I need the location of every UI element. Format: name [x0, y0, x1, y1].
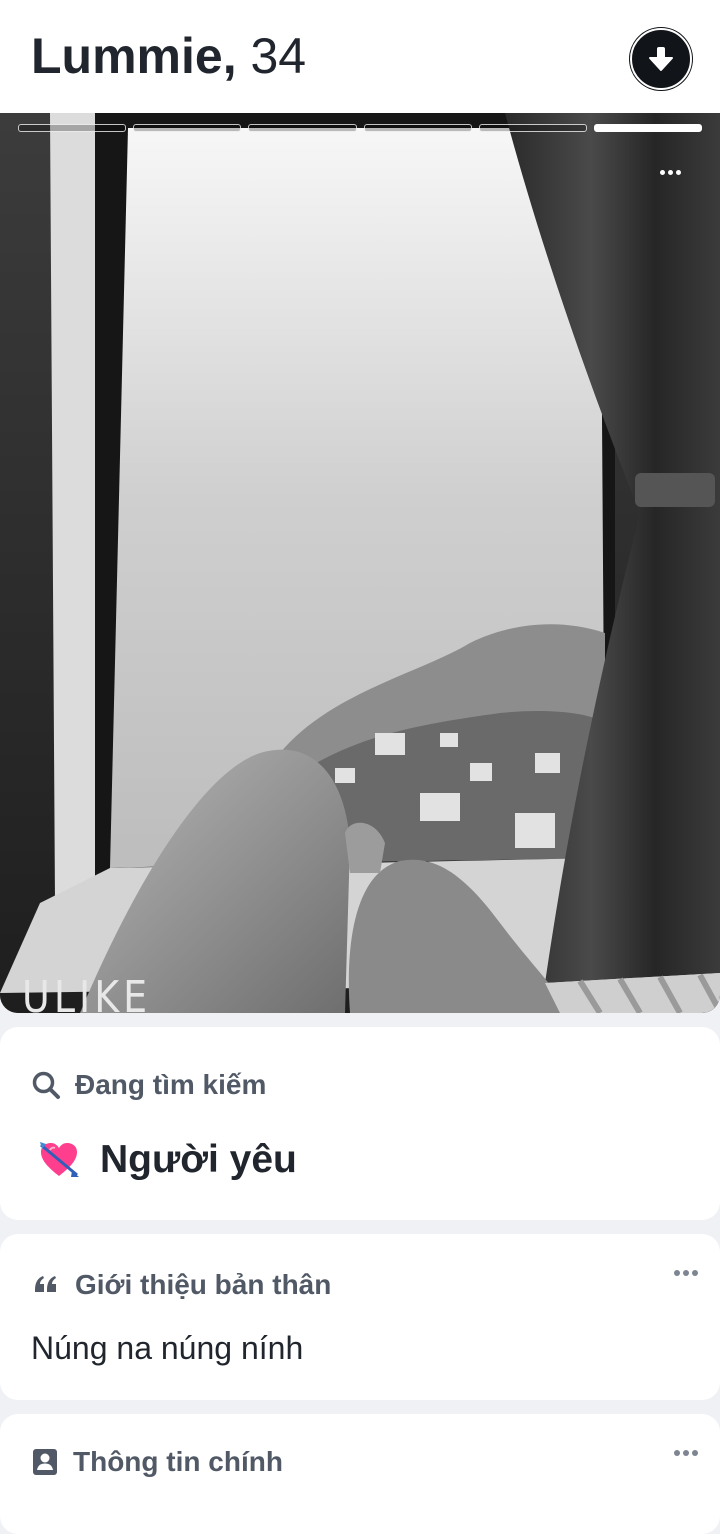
profile-name-age: Lummie, 34: [31, 28, 306, 84]
main-info-card: Thông tin chính: [0, 1414, 720, 1534]
profile-header: Lummie, 34: [0, 0, 720, 113]
photo-progress-segment[interactable]: [248, 124, 357, 132]
looking-for-label: Đang tìm kiếm: [75, 1069, 267, 1100]
photo-image: [0, 113, 720, 1013]
looking-for-header: Đang tìm kiếm: [31, 1069, 266, 1101]
profile-photo[interactable]: ULIKE: [0, 113, 720, 1013]
main-info-header: Thông tin chính: [31, 1446, 283, 1478]
photo-progress-segment[interactable]: [363, 124, 472, 132]
more-horizontal-icon[interactable]: [668, 1444, 704, 1462]
photo-progress-segment[interactable]: [478, 124, 587, 132]
photo-progress-segment[interactable]: [18, 124, 127, 132]
more-horizontal-icon[interactable]: [668, 1264, 704, 1282]
profile-age: 34: [250, 28, 307, 84]
search-icon: [32, 1071, 60, 1099]
looking-for-card: Đang tìm kiếm Người yêu: [0, 1027, 720, 1220]
looking-for-value: Người yêu: [38, 1138, 297, 1182]
bio-text: Núng na núng nính: [31, 1330, 304, 1366]
photo-watermark: ULIKE: [22, 971, 152, 1013]
profile-name: Lummie,: [31, 28, 237, 84]
photo-progress-segment-active[interactable]: [593, 124, 703, 132]
more-horizontal-icon[interactable]: [652, 161, 688, 183]
quote-icon: [35, 1276, 56, 1292]
id-card-icon: [33, 1449, 57, 1475]
bio-card: Giới thiệu bản thân Núng na núng nính: [0, 1234, 720, 1400]
arrow-down-icon: [649, 47, 673, 71]
photo-progress-bar: [18, 124, 703, 132]
heart-with-arrow-icon: [40, 1142, 79, 1177]
collapse-profile-button[interactable]: [630, 28, 692, 90]
bio-label: Giới thiệu bản thân: [75, 1269, 332, 1300]
bio-header: Giới thiệu bản thân: [31, 1269, 331, 1301]
looking-for-text: Người yêu: [100, 1138, 297, 1181]
main-info-label: Thông tin chính: [73, 1446, 283, 1477]
photo-progress-segment[interactable]: [133, 124, 242, 132]
